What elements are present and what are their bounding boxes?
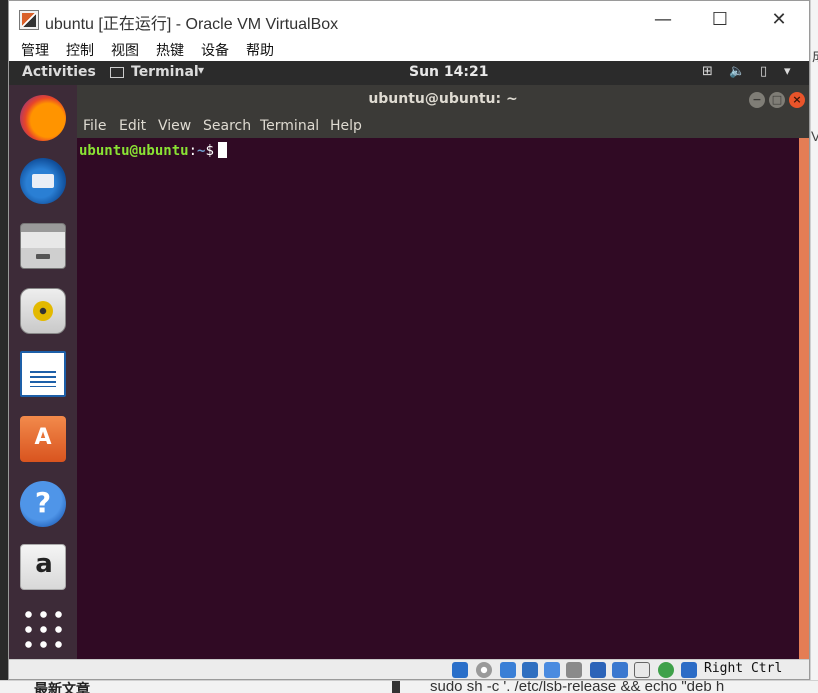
menu-manage[interactable]: 管理 bbox=[21, 40, 49, 60]
battery-icon[interactable]: ▯ bbox=[760, 64, 767, 79]
terminal-menubar: File Edit View Search Terminal Help bbox=[77, 115, 809, 138]
terminal-menu-help[interactable]: Help bbox=[330, 118, 362, 134]
minimize-icon[interactable]: — bbox=[652, 9, 674, 31]
menu-devices[interactable]: 设备 bbox=[201, 40, 229, 60]
virtualbox-statusbar: Right Ctrl bbox=[9, 659, 809, 679]
shell-prompt: ubuntu@ubuntu:~$ bbox=[79, 142, 227, 159]
background-text-fragment: 成 bbox=[812, 46, 818, 66]
ubuntu-topbar: Activities Terminal ▾ Sun 14:21 ⊞ 🔈 ▯ ▾ bbox=[9, 61, 809, 85]
screen: 成 V 最新文章 sudo sh -c '. /etc/lsb-release … bbox=[0, 0, 818, 693]
menu-help[interactable]: 帮助 bbox=[246, 40, 274, 60]
virtualbox-window: ubuntu [正在运行] - Oracle VM VirtualBox — ☐… bbox=[8, 0, 810, 680]
volume-icon[interactable]: 🔈 bbox=[729, 64, 745, 79]
rhythmbox-icon[interactable] bbox=[20, 288, 66, 334]
close-icon[interactable]: ✕ bbox=[768, 9, 790, 31]
help-icon[interactable] bbox=[20, 481, 66, 527]
optical-drive-icon[interactable] bbox=[476, 662, 492, 678]
ubuntu-dock bbox=[9, 85, 77, 659]
hard-disk-icon[interactable] bbox=[452, 662, 468, 678]
background-text-fragment: V bbox=[811, 128, 818, 144]
prompt-user: ubuntu@ubuntu bbox=[79, 143, 189, 159]
host-key-label: Right Ctrl bbox=[704, 661, 783, 676]
libreoffice-writer-icon[interactable] bbox=[20, 351, 66, 397]
recording-icon[interactable] bbox=[612, 662, 628, 678]
guest-screen[interactable]: Activities Terminal ▾ Sun 14:21 ⊞ 🔈 ▯ ▾ bbox=[9, 61, 809, 659]
menu-hotkeys[interactable]: 热键 bbox=[156, 40, 184, 60]
terminal-menu-view[interactable]: View bbox=[158, 118, 191, 134]
terminal-menu-search[interactable]: Search bbox=[203, 118, 251, 134]
menu-view[interactable]: 视图 bbox=[111, 40, 139, 60]
chevron-down-icon[interactable]: ▾ bbox=[198, 63, 204, 77]
menu-control[interactable]: 控制 bbox=[66, 40, 94, 60]
usb-icon[interactable] bbox=[544, 662, 560, 678]
network-adapter-icon[interactable] bbox=[522, 662, 538, 678]
virtualbox-menubar: 管理 控制 视图 热键 设备 帮助 bbox=[9, 39, 809, 61]
terminal-title: ubuntu@ubuntu: ~ bbox=[368, 91, 518, 107]
firefox-icon[interactable] bbox=[20, 95, 66, 141]
audio-icon[interactable] bbox=[500, 662, 516, 678]
maximize-icon[interactable]: ☐ bbox=[709, 9, 731, 31]
background-divider bbox=[392, 681, 400, 693]
clock[interactable]: Sun 14:21 bbox=[409, 64, 488, 80]
system-menu-caret-icon[interactable]: ▾ bbox=[784, 64, 791, 79]
background-command-text: sudo sh -c '. /etc/lsb-release && echo "… bbox=[430, 680, 725, 693]
window-titlebar[interactable]: ubuntu [正在运行] - Oracle VM VirtualBox — ☐… bbox=[9, 1, 809, 39]
prompt-symbol: $ bbox=[205, 143, 214, 159]
background-left-strip bbox=[0, 0, 8, 693]
amazon-icon[interactable] bbox=[20, 544, 67, 590]
terminal-menu-file[interactable]: File bbox=[83, 118, 106, 134]
terminal-titlebar[interactable]: ubuntu@ubuntu: ~ − □ × bbox=[77, 85, 809, 115]
guest-additions-icon[interactable] bbox=[658, 662, 674, 678]
files-icon[interactable] bbox=[20, 223, 66, 269]
thunderbird-icon[interactable] bbox=[20, 158, 66, 204]
background-right-strip: 成 V bbox=[810, 0, 818, 693]
shared-folders-icon[interactable] bbox=[566, 662, 582, 678]
background-page-bottom: 最新文章 sudo sh -c '. /etc/lsb-release && e… bbox=[0, 680, 818, 693]
terminal-menu-terminal[interactable]: Terminal bbox=[260, 118, 319, 134]
network-icon[interactable]: ⊞ bbox=[702, 64, 713, 79]
prompt-separator: : bbox=[188, 143, 198, 159]
terminal-close-icon[interactable]: × bbox=[789, 92, 805, 108]
show-applications-icon[interactable] bbox=[21, 607, 66, 652]
display-icon[interactable] bbox=[590, 662, 606, 678]
background-latest-articles: 最新文章 bbox=[34, 681, 90, 693]
window-title: ubuntu [正在运行] - Oracle VM VirtualBox bbox=[45, 16, 339, 33]
activities-button[interactable]: Activities bbox=[22, 64, 96, 80]
terminal-app-icon bbox=[110, 67, 124, 78]
terminal-scrollbar[interactable] bbox=[799, 138, 809, 659]
terminal-output[interactable]: ubuntu@ubuntu:~$ bbox=[77, 138, 799, 659]
virtualization-icon[interactable] bbox=[634, 662, 650, 678]
terminal-minimize-icon[interactable]: − bbox=[749, 92, 765, 108]
text-cursor bbox=[217, 142, 227, 158]
app-menu-terminal[interactable]: Terminal bbox=[131, 64, 199, 80]
keyboard-capture-icon[interactable] bbox=[681, 662, 697, 678]
ubuntu-software-icon[interactable] bbox=[20, 416, 66, 462]
terminal-maximize-icon[interactable]: □ bbox=[769, 92, 785, 108]
terminal-window[interactable]: ubuntu@ubuntu: ~ − □ × File Edit View Se… bbox=[77, 85, 809, 659]
terminal-menu-edit[interactable]: Edit bbox=[119, 118, 146, 134]
virtualbox-app-icon bbox=[19, 10, 39, 30]
